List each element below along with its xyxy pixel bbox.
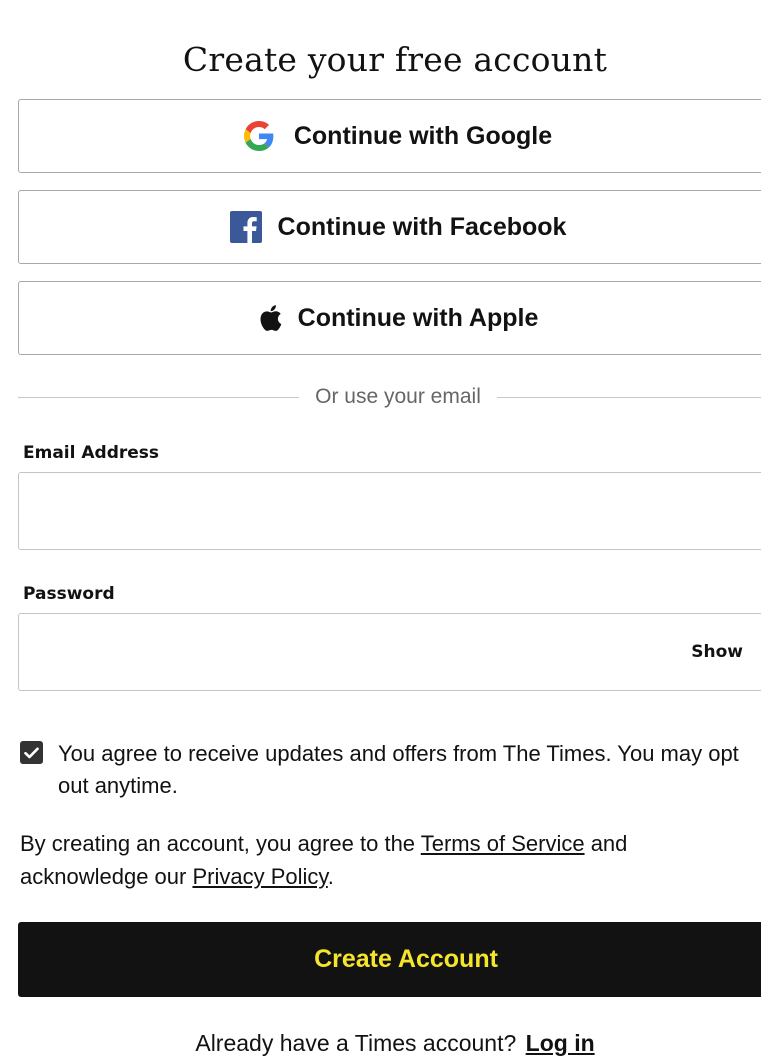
continue-with-facebook-label: Continue with Facebook <box>277 212 567 241</box>
privacy-policy-link[interactable]: Privacy Policy <box>192 864 327 889</box>
checkmark-icon <box>24 747 39 758</box>
continue-with-google-button[interactable]: Continue with Google <box>18 99 761 173</box>
email-label: Email Address <box>23 443 160 463</box>
login-prompt: Already have a Times account? Log in <box>0 1030 761 1057</box>
login-prompt-text: Already have a Times account? <box>195 1030 523 1056</box>
terms-suffix: . <box>327 864 334 889</box>
divider-text: Or use your email <box>315 385 481 408</box>
continue-with-apple-label: Continue with Apple <box>297 303 539 332</box>
create-account-label: Create Account <box>314 945 498 973</box>
divider-line-right <box>496 396 761 398</box>
password-field[interactable] <box>19 614 761 690</box>
password-label: Password <box>23 584 115 604</box>
email-field-container <box>18 472 761 550</box>
create-account-button[interactable]: Create Account <box>18 922 761 997</box>
continue-with-google-label: Continue with Google <box>293 121 553 150</box>
apple-icon <box>258 304 282 332</box>
page-title: Create your free account <box>182 40 608 80</box>
terms-of-service-link[interactable]: Terms of Service <box>421 831 585 856</box>
log-in-link[interactable]: Log in <box>526 1030 595 1056</box>
terms-notice: By creating an account, you agree to the… <box>20 827 750 893</box>
continue-with-facebook-button[interactable]: Continue with Facebook <box>18 190 761 264</box>
divider-line-left <box>18 396 300 398</box>
consent-checkbox[interactable] <box>20 741 43 764</box>
google-icon <box>243 121 274 151</box>
marketing-consent: You agree to receive updates and offers … <box>20 738 750 802</box>
continue-with-apple-button[interactable]: Continue with Apple <box>18 281 761 355</box>
email-divider: Or use your email <box>18 385 761 409</box>
email-field[interactable] <box>19 473 761 549</box>
password-field-container: Show <box>18 613 761 691</box>
consent-text: You agree to receive updates and offers … <box>58 741 739 798</box>
facebook-icon <box>229 211 262 243</box>
terms-prefix: By creating an account, you agree to the <box>20 831 421 856</box>
show-password-button[interactable]: Show <box>691 614 743 690</box>
